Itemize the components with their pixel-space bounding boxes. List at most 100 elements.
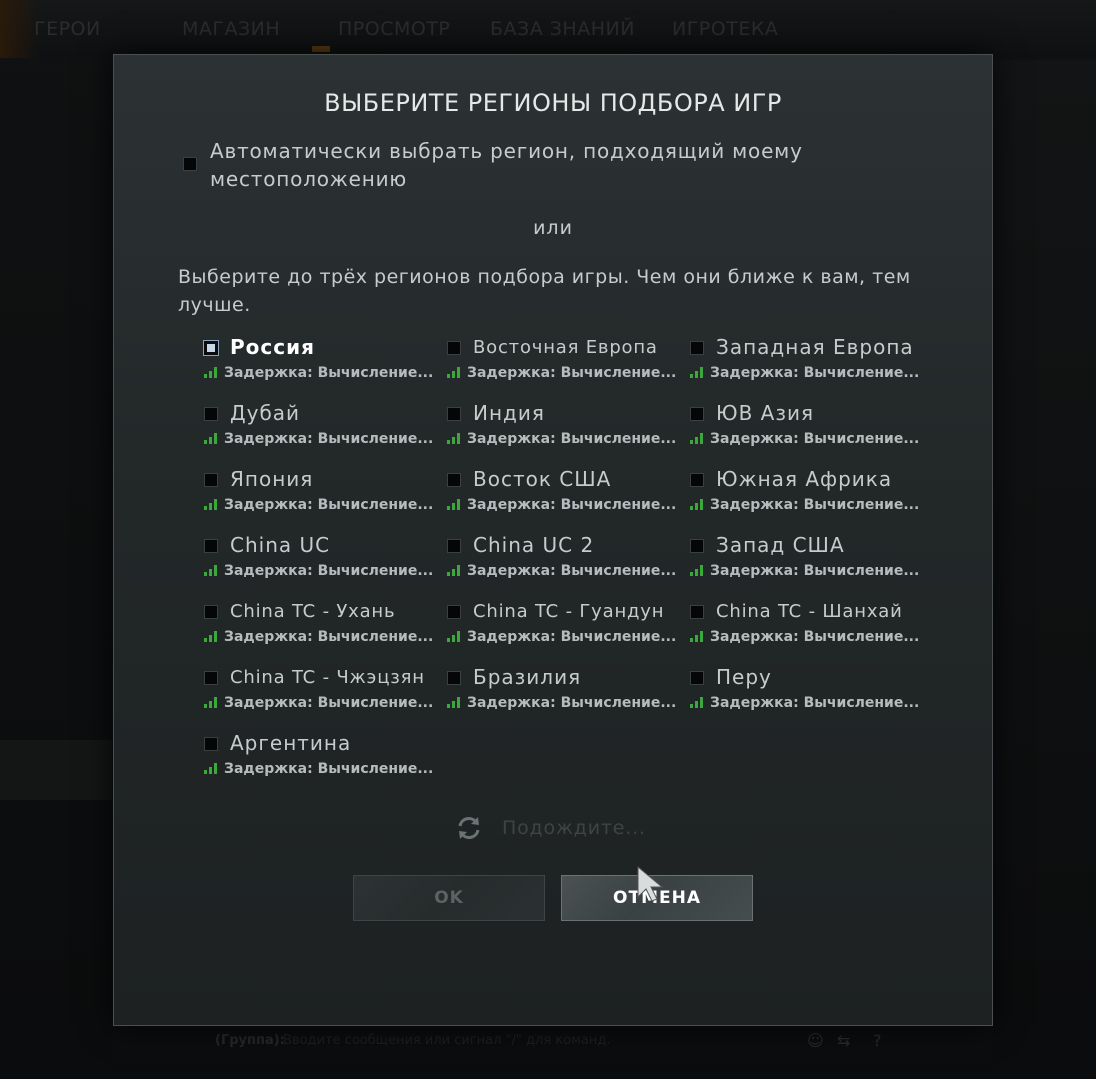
signal-strength-icon bbox=[447, 630, 465, 642]
latency-text: Задержка: Вычисление... bbox=[467, 497, 677, 513]
region-name[interactable]: Восток США bbox=[473, 467, 611, 491]
region-name[interactable]: ЮВ Азия bbox=[716, 401, 814, 425]
region-name[interactable]: Перу bbox=[716, 665, 772, 689]
region-latency: Задержка: Вычисление... bbox=[204, 629, 433, 645]
signal-strength-icon bbox=[204, 696, 222, 708]
region-option[interactable]: Дубай Задержка: Вычисление... bbox=[202, 401, 434, 461]
region-option[interactable]: Япония Задержка: Вычисление... bbox=[202, 467, 433, 527]
region-checkbox[interactable] bbox=[690, 539, 704, 553]
latency-text: Задержка: Вычисление... bbox=[224, 563, 434, 579]
mouse-cursor-icon bbox=[637, 865, 664, 902]
latency-text: Задержка: Вычисление... bbox=[710, 563, 920, 579]
latency-text: Задержка: Вычисление... bbox=[224, 629, 434, 645]
region-name[interactable]: Восточная Европа bbox=[473, 337, 658, 358]
signal-strength-icon bbox=[447, 498, 465, 510]
region-name[interactable]: Аргентина bbox=[230, 731, 351, 755]
region-latency: Задержка: Вычисление... bbox=[204, 563, 433, 579]
region-checkbox[interactable] bbox=[447, 407, 461, 421]
ok-button[interactable]: OK bbox=[353, 875, 545, 921]
emoji-icon: ☺ bbox=[807, 1031, 824, 1050]
signal-strength-icon bbox=[447, 366, 465, 378]
auto-region-label[interactable]: Автоматически выбрать регион, подходящий… bbox=[210, 137, 850, 193]
region-checkbox[interactable] bbox=[447, 539, 461, 553]
region-checkbox[interactable] bbox=[204, 539, 218, 553]
signal-strength-icon bbox=[690, 564, 708, 576]
latency-text: Задержка: Вычисление... bbox=[467, 695, 677, 711]
region-checkbox[interactable] bbox=[203, 340, 219, 356]
region-option[interactable]: China UC Задержка: Вычисление... bbox=[202, 533, 433, 593]
signal-strength-icon bbox=[690, 432, 708, 444]
region-checkbox[interactable] bbox=[690, 407, 704, 421]
region-latency: Задержка: Вычисление... bbox=[690, 629, 919, 645]
region-option[interactable]: Аргентина Задержка: Вычисление... bbox=[202, 731, 433, 791]
region-name[interactable]: Дубай bbox=[230, 401, 300, 425]
region-latency: Задержка: Вычисление... bbox=[447, 695, 676, 711]
signal-strength-icon bbox=[690, 366, 708, 378]
region-option[interactable]: Бразилия Задержка: Вычисление... bbox=[445, 665, 676, 725]
region-checkbox[interactable] bbox=[447, 341, 461, 355]
signal-strength-icon bbox=[447, 564, 465, 576]
latency-text: Задержка: Вычисление... bbox=[710, 497, 920, 513]
region-name[interactable]: China TC - Чжэцзян bbox=[230, 667, 425, 688]
region-option[interactable]: China TC - Чжэцзян Задержка: Вычисление..… bbox=[202, 665, 434, 725]
region-option[interactable]: China TC - Ухань Задержка: Вычисление... bbox=[202, 599, 433, 659]
region-latency: Задержка: Вычисление... bbox=[690, 365, 919, 381]
latency-text: Задержка: Вычисление... bbox=[224, 695, 434, 711]
region-name[interactable]: China TC - Ухань bbox=[230, 601, 395, 622]
auto-region-checkbox[interactable] bbox=[183, 157, 197, 171]
region-checkbox[interactable] bbox=[204, 671, 218, 685]
help-icon: ? bbox=[873, 1031, 882, 1050]
region-name[interactable]: Бразилия bbox=[473, 665, 581, 689]
region-checkbox[interactable] bbox=[204, 605, 218, 619]
region-name[interactable]: Индия bbox=[473, 401, 545, 425]
region-option[interactable]: Запад США Задержка: Вычисление... bbox=[688, 533, 919, 593]
region-option[interactable]: Южная Африка Задержка: Вычисление... bbox=[688, 467, 920, 527]
latency-text: Задержка: Вычисление... bbox=[467, 431, 677, 447]
region-checkbox[interactable] bbox=[690, 473, 704, 487]
region-option[interactable]: China TC - Гуандун Задержка: Вычисление..… bbox=[445, 599, 676, 659]
region-checkbox[interactable] bbox=[690, 671, 704, 685]
region-name[interactable]: Запад США bbox=[716, 533, 845, 557]
region-grid: Россия Задержка: Вычисление... Восточная Е… bbox=[202, 335, 942, 795]
region-checkbox[interactable] bbox=[690, 605, 704, 619]
waiting-status: Подождите... bbox=[454, 813, 754, 843]
nav-knowledge-base: БАЗА ЗНАНИЙ bbox=[490, 18, 635, 40]
region-option[interactable]: China UC 2 Задержка: Вычисление... bbox=[445, 533, 676, 593]
signal-strength-icon bbox=[447, 432, 465, 444]
region-name[interactable]: Южная Африка bbox=[716, 467, 892, 491]
region-option[interactable]: Западная Европа Задержка: Вычисление... bbox=[688, 335, 919, 395]
region-option[interactable]: Восточная Европа Задержка: Вычисление... bbox=[445, 335, 676, 395]
background-left-panel bbox=[0, 740, 112, 800]
region-option[interactable]: Перу Задержка: Вычисление... bbox=[688, 665, 920, 725]
region-checkbox[interactable] bbox=[447, 473, 461, 487]
region-name[interactable]: China UC bbox=[230, 533, 330, 557]
region-checkbox[interactable] bbox=[447, 605, 461, 619]
region-checkbox[interactable] bbox=[447, 671, 461, 685]
latency-text: Задержка: Вычисление... bbox=[467, 629, 677, 645]
region-name[interactable]: China TC - Гуандун bbox=[473, 601, 664, 622]
region-name[interactable]: Россия bbox=[230, 335, 315, 359]
signal-strength-icon bbox=[204, 630, 222, 642]
region-latency: Задержка: Вычисление... bbox=[204, 365, 433, 381]
latency-text: Задержка: Вычисление... bbox=[224, 431, 434, 447]
region-latency: Задержка: Вычисление... bbox=[690, 563, 919, 579]
region-latency: Задержка: Вычисление... bbox=[447, 629, 676, 645]
region-option[interactable]: China TC - Шанхай Задержка: Вычисление... bbox=[688, 599, 919, 659]
region-name[interactable]: Западная Европа bbox=[716, 335, 914, 359]
region-latency: Задержка: Вычисление... bbox=[690, 431, 919, 447]
latency-text: Задержка: Вычисление... bbox=[710, 695, 920, 711]
region-checkbox[interactable] bbox=[690, 341, 704, 355]
region-option[interactable]: Индия Задержка: Вычисление... bbox=[445, 401, 677, 461]
chat-placeholder: Вводите сообщения или сигнал "/" для ком… bbox=[283, 1033, 611, 1048]
region-checkbox[interactable] bbox=[204, 473, 218, 487]
region-latency: Задержка: Вычисление... bbox=[204, 497, 433, 513]
region-option[interactable]: ЮВ Азия Задержка: Вычисление... bbox=[688, 401, 919, 461]
region-name[interactable]: Япония bbox=[230, 467, 313, 491]
nav-heroes: ГЕРОИ bbox=[34, 18, 101, 40]
region-checkbox[interactable] bbox=[204, 737, 218, 751]
region-checkbox[interactable] bbox=[204, 407, 218, 421]
region-option[interactable]: Россия Задержка: Вычисление... bbox=[202, 335, 433, 395]
region-option[interactable]: Восток США Задержка: Вычисление... bbox=[445, 467, 677, 527]
region-name[interactable]: China TC - Шанхай bbox=[716, 601, 903, 622]
region-name[interactable]: China UC 2 bbox=[473, 533, 594, 557]
